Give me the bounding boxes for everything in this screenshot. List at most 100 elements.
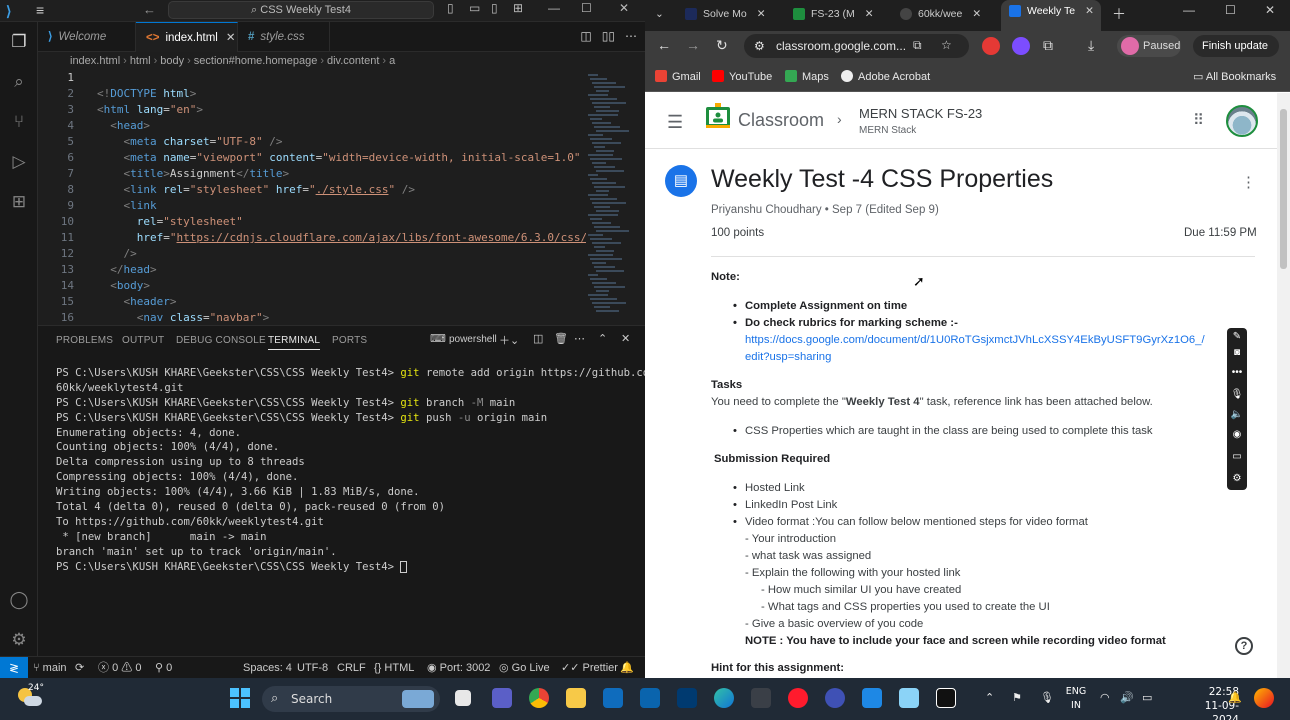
weather-widget[interactable]: 24° [14,683,44,714]
search-icon[interactable]: ⌕ [9,72,29,92]
layout-sidebar-icon[interactable]: ▯ [447,1,454,15]
chrome-profile-icon[interactable] [825,688,845,708]
command-center-search[interactable]: ⌕ CSS Weekly Test4 [168,1,434,19]
close-tab-icon[interactable]: ✕ [226,32,236,44]
browser-tab-github[interactable]: 60kk/wee ✕ [900,5,981,25]
address-bar[interactable]: ⚙ classroom.google.com... [744,34,969,58]
forward-arrow-icon[interactable]: → [686,37,700,53]
more-dots-icon[interactable]: ••• [1230,366,1244,380]
browser-tab-weekly-test[interactable]: Weekly Te ✕ [1001,0,1101,31]
minimize-icon[interactable]: — [548,1,560,15]
photoshop-icon[interactable] [677,688,697,708]
panel-tab-problems[interactable]: PROBLEMS [56,335,113,346]
tray-overflow-icon[interactable]: ⌃ [985,691,994,704]
settings-gear-icon[interactable]: ⚙ [1230,472,1244,486]
explorer-icon[interactable]: ❐ [9,32,29,52]
copilot-icon[interactable] [1254,688,1274,708]
site-info-icon[interactable]: ⚙ [754,34,765,58]
camera-icon[interactable]: ◙ [1230,346,1244,360]
course-name[interactable]: MERN STACK FS-23 [859,106,982,121]
panel-more-icon[interactable]: ⋯ [574,332,585,345]
extension-icon[interactable] [1012,37,1030,55]
breadcrumb-item[interactable]: index.html [70,55,120,67]
rubric-link[interactable]: https://docs.google.com/document/d/1U0Ro… [745,334,1205,346]
menu-icon[interactable]: ≡ [36,2,54,18]
extensions-puzzle-icon[interactable]: ⧉ [1043,37,1053,54]
minimize-icon[interactable]: — [1183,3,1195,17]
browser-tab-fs23[interactable]: FS-23 (M ✕ [793,5,874,25]
breadcrumb-item[interactable]: body [160,55,184,67]
microphone-icon[interactable]: 🎙 [1230,388,1244,402]
tab-index-html[interactable]: <> index.html ✕ [136,22,238,52]
tab-search-icon[interactable]: ⌄ [655,5,664,25]
store-icon[interactable] [603,688,623,708]
branch-indicator[interactable]: ⑂ main [33,657,67,679]
scroll-thumb[interactable] [1280,109,1287,269]
tray-app-icon[interactable]: ⚑ [1012,691,1022,704]
tab-welcome[interactable]: ⟩ Welcome [38,22,136,52]
notifications-bell-icon[interactable]: 🔔 [620,657,634,679]
app-icon[interactable] [751,688,771,708]
back-arrow-icon[interactable]: ← [657,37,671,53]
panel-tab-terminal[interactable]: TERMINAL [268,335,321,350]
edge-icon[interactable] [714,688,734,708]
back-arrow-icon[interactable]: ← [143,2,156,17]
chrome-icon[interactable] [529,688,549,708]
prettier-indicator[interactable]: ✓✓ Prettier [561,657,618,679]
new-terminal-icon[interactable]: ＋⌄ [499,332,519,348]
language-indicator[interactable]: {} HTML [374,657,414,679]
code-editor[interactable]: 1 2 <!DOCTYPE html> 3 <html lang="en"> 4 <hea… [38,70,586,324]
all-bookmarks[interactable]: ▭ All Bookmarks [1193,70,1276,83]
close-panel-icon[interactable]: ✕ [621,332,630,345]
terminal-output[interactable]: PS C:\Users\KUSH KHARE\Geekster\CSS\CSS … [56,366,662,574]
download-icon[interactable]: ⤓ [1088,37,1094,54]
wifi-icon[interactable]: ◠ [1100,691,1110,704]
indentation-indicator[interactable]: Spaces: 4 [243,657,292,679]
classroom-app-name[interactable]: Classroom [738,110,824,131]
close-icon[interactable]: ✕ [1265,3,1275,17]
minimap[interactable] [586,70,634,324]
problems-indicator[interactable]: ⓧ 0 ⚠ 0 [98,657,141,679]
outlook-icon[interactable] [640,688,660,708]
breadcrumb-item[interactable]: html [130,55,151,67]
layout-secondary-icon[interactable]: ▯ [491,1,498,15]
panel-tab-output[interactable]: OUTPUT [122,335,164,346]
account-avatar[interactable] [1226,105,1258,137]
notion-icon[interactable] [936,688,956,708]
tray-mic-icon[interactable]: 🎙 [1040,691,1054,704]
teams-icon[interactable] [492,688,512,708]
remote-indicator-icon[interactable]: ≷ [0,657,28,679]
rubric-link-cont[interactable]: edit?usp=sharing [745,351,831,363]
language-indicator[interactable]: ENG IN [1064,685,1088,713]
profile-paused-button[interactable]: Paused [1117,35,1181,57]
maximize-panel-icon[interactable]: ⌃ [598,332,607,345]
maximize-icon[interactable]: ☐ [581,1,592,15]
encoding-indicator[interactable]: UTF-8 [297,657,328,679]
bookmark-youtube[interactable]: YouTube [712,70,772,83]
taskbar-search[interactable]: ⌕ Search [262,686,440,712]
ports-indicator[interactable]: ⚲ 0 [155,657,172,679]
panel-tab-ports[interactable]: PORTS [332,335,367,346]
eol-indicator[interactable]: CRLF [337,657,366,679]
split-terminal-icon[interactable]: ◫ [533,332,543,345]
kill-terminal-icon[interactable]: 🗑 [554,332,568,345]
run-debug-icon[interactable]: ▷ [9,152,29,172]
terminal-shell-selector[interactable]: ⌨ powershell [430,332,497,345]
close-tab-icon[interactable]: ✕ [757,8,766,20]
breadcrumb-item[interactable]: section#home.homepage [194,55,318,67]
finish-update-button[interactable]: Finish update ⋮ [1193,35,1279,74]
pen-icon[interactable]: ✎ [1230,330,1244,344]
tab-style-css[interactable]: # style.css [238,22,330,52]
settings-gear-icon[interactable]: ⚙ [9,630,29,650]
account-icon[interactable]: ◯ [9,590,29,610]
more-options-icon[interactable]: ⋮ [1241,173,1256,191]
battery-icon[interactable]: ▭ [1142,691,1152,704]
reload-icon[interactable]: ↻ [716,37,728,54]
notification-bell-icon[interactable]: 🔔 [1228,691,1242,704]
webcam-icon[interactable]: ◉ [1230,428,1244,442]
more-actions-icon[interactable]: ⋯ [625,29,637,43]
windows-start-icon[interactable] [230,688,250,708]
layout-panel-icon[interactable]: ▭ [469,1,480,15]
notepad-icon[interactable] [899,688,919,708]
install-app-icon[interactable]: ⧉ [913,38,922,53]
